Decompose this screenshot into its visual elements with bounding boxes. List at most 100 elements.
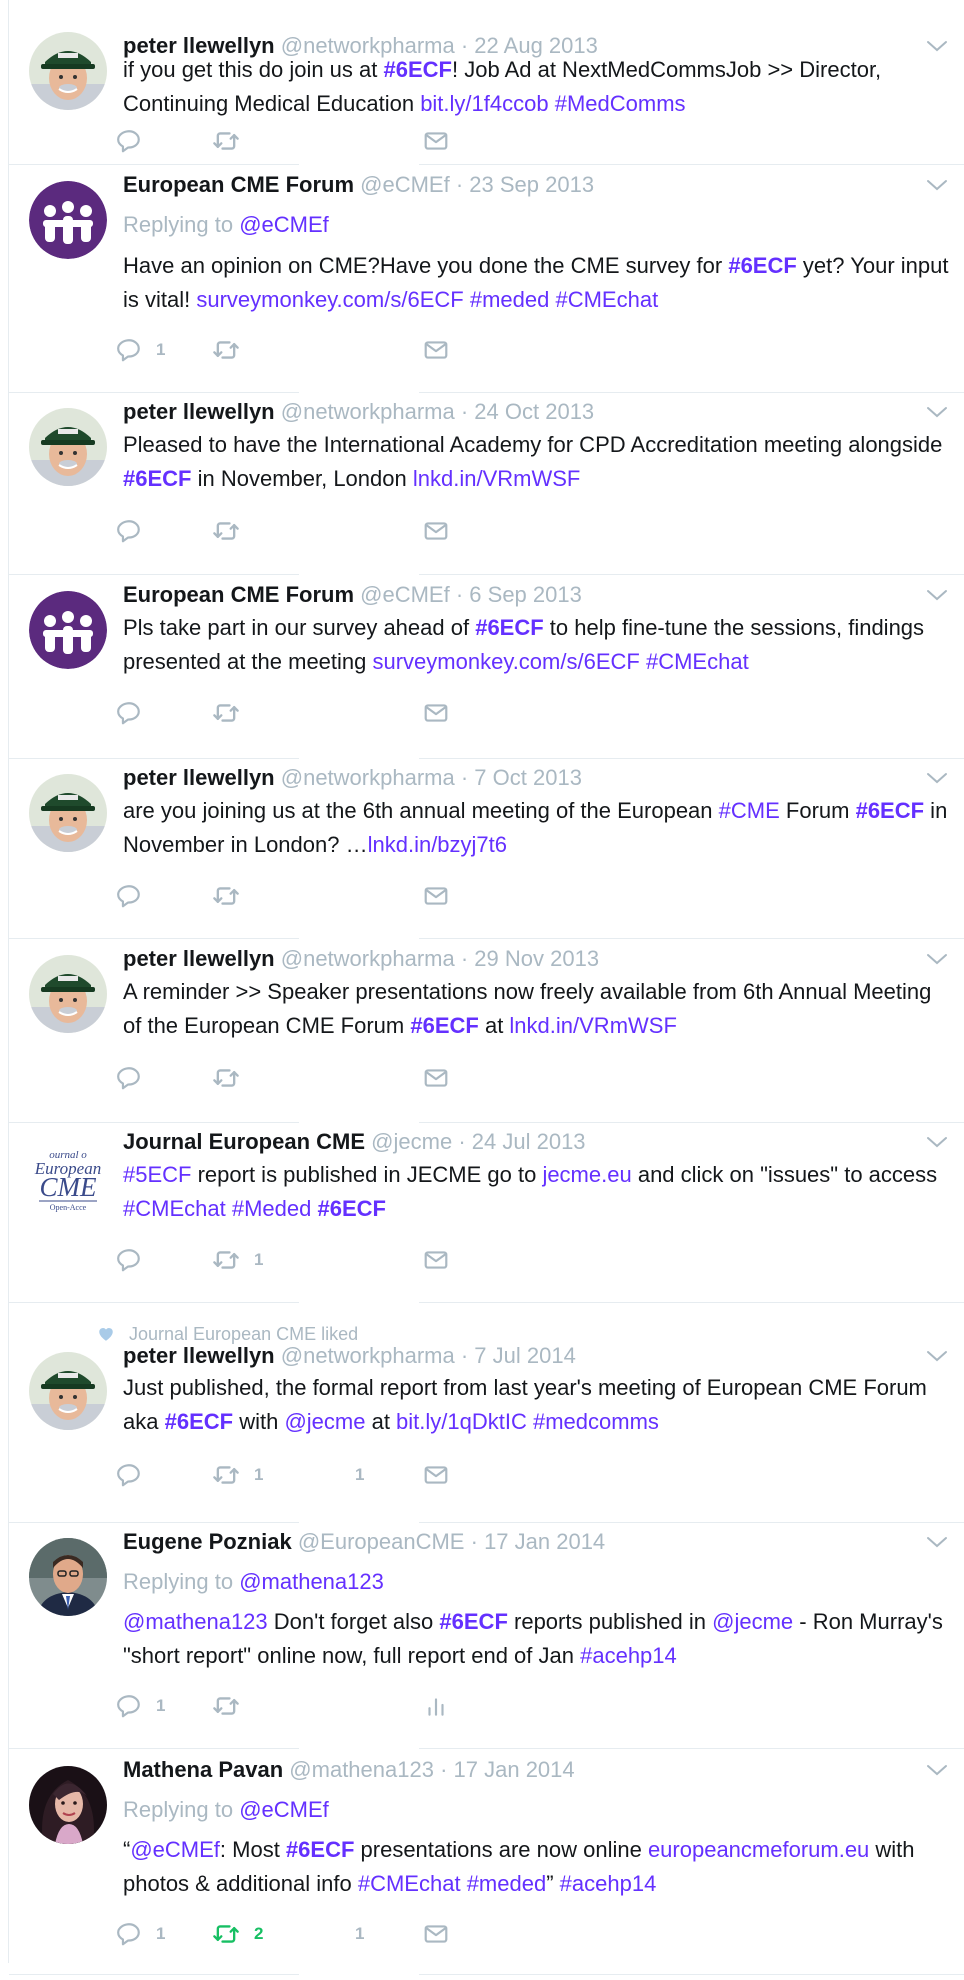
hashtag-link[interactable]: #6ECF [384, 57, 452, 82]
reply-button[interactable]: 1 [116, 1919, 165, 1949]
avatar[interactable] [29, 1352, 107, 1430]
username[interactable]: @EuropeanCME [298, 1529, 465, 1554]
tweet[interactable]: Eugene Pozniak @EuropeanCME · 17 Jan 201… [9, 1522, 964, 1754]
reply-button[interactable] [116, 1245, 142, 1275]
direct-message-button[interactable] [423, 1063, 449, 1093]
more-options-button[interactable] [925, 951, 949, 967]
retweet-button[interactable] [212, 1063, 240, 1093]
timestamp[interactable]: 7 Jul 2014 [474, 1343, 576, 1368]
avatar[interactable] [29, 774, 107, 852]
direct-message-button[interactable] [423, 1919, 449, 1949]
mention-link[interactable]: @jecme [284, 1409, 365, 1434]
mention-link[interactable]: @mathena123 [123, 1609, 268, 1634]
hashtag-link[interactable]: #6ECF [123, 466, 191, 491]
timestamp[interactable]: 17 Jan 2014 [484, 1529, 605, 1554]
hashtag-link[interactable]: #medcomms [533, 1409, 659, 1434]
more-options-button[interactable] [925, 404, 949, 420]
hashtag-link[interactable]: #meded [467, 1871, 547, 1896]
timestamp[interactable]: 24 Oct 2013 [474, 399, 594, 424]
more-options-button[interactable] [925, 1348, 949, 1364]
mention-link[interactable]: @jecme [712, 1609, 793, 1634]
hashtag-link[interactable]: #6ECF [475, 615, 543, 640]
chevron-down-icon[interactable] [925, 587, 949, 603]
hashtag-link[interactable]: #meded [470, 287, 550, 312]
retweet-button[interactable]: 2 [212, 1919, 263, 1949]
username[interactable]: @networkpharma [281, 946, 455, 971]
timestamp[interactable]: 29 Nov 2013 [474, 946, 599, 971]
direct-message-button[interactable] [423, 881, 449, 911]
display-name[interactable]: peter llewellyn [123, 399, 275, 424]
reply-button[interactable]: 1 [116, 1691, 165, 1721]
display-name[interactable]: Eugene Pozniak [123, 1529, 292, 1554]
display-name[interactable]: European CME Forum [123, 582, 354, 607]
hashtag-link[interactable]: #6ECF [728, 253, 796, 278]
hashtag-link[interactable]: #6ECF [439, 1609, 507, 1634]
avatar[interactable] [29, 1538, 107, 1616]
direct-message-button[interactable] [423, 698, 449, 728]
tweet[interactable]: peter llewellyn @networkpharma · 24 Oct … [9, 392, 964, 580]
url-link[interactable]: lnkd.in/VRmWSF [509, 1013, 676, 1038]
more-options-button[interactable] [925, 177, 949, 193]
username[interactable]: @networkpharma [281, 399, 455, 424]
hashtag-link[interactable]: #CMEchat [646, 649, 749, 674]
reply-button[interactable] [116, 126, 142, 156]
reply-button[interactable] [116, 516, 142, 546]
chevron-down-icon[interactable] [925, 404, 949, 420]
display-name[interactable]: peter llewellyn [123, 946, 275, 971]
reply-button[interactable] [116, 881, 142, 911]
chevron-down-icon[interactable] [925, 1762, 949, 1778]
hashtag-link[interactable]: #acehp14 [580, 1643, 677, 1668]
hashtag-link[interactable]: #CMEchat [358, 1871, 461, 1896]
avatar[interactable] [29, 1766, 107, 1844]
tweet[interactable]: Mathena Pavan @mathena123 · 17 Jan 2014 R… [9, 1748, 964, 1980]
url-link[interactable]: bit.ly/1f4ccob [420, 91, 548, 116]
retweet-button[interactable]: 1 [212, 1245, 263, 1275]
retweet-button[interactable]: 1 [212, 1460, 263, 1490]
retweet-button[interactable] [212, 516, 240, 546]
reply-button[interactable] [116, 698, 142, 728]
hashtag-link[interactable]: #CME [719, 798, 780, 823]
url-link[interactable]: surveymonkey.com/s/6ECF [373, 649, 640, 674]
timestamp[interactable]: 6 Sep 2013 [469, 582, 582, 607]
retweet-button[interactable] [212, 698, 240, 728]
chevron-down-icon[interactable] [925, 38, 949, 54]
retweet-button[interactable] [212, 126, 240, 156]
hashtag-link[interactable]: #6ECF [856, 798, 924, 823]
direct-message-button[interactable] [423, 1245, 449, 1275]
tweet[interactable]: peter llewellyn @networkpharma · 29 Nov … [9, 938, 964, 1128]
chevron-down-icon[interactable] [925, 951, 949, 967]
display-name[interactable]: Journal European CME [123, 1129, 365, 1154]
display-name[interactable]: peter llewellyn [123, 1343, 275, 1368]
username[interactable]: @mathena123 [289, 1757, 434, 1782]
more-options-button[interactable] [925, 1762, 949, 1778]
direct-message-button[interactable] [423, 516, 449, 546]
display-name[interactable]: peter llewellyn [123, 765, 275, 790]
avatar[interactable] [29, 408, 107, 486]
like-button[interactable]: 1 [355, 1460, 364, 1490]
chevron-down-icon[interactable] [925, 1134, 949, 1150]
reply-button[interactable] [116, 1460, 142, 1490]
display-name[interactable]: European CME Forum [123, 172, 354, 197]
url-link[interactable]: surveymonkey.com/s/6ECF [196, 287, 463, 312]
retweet-button[interactable] [212, 335, 240, 365]
avatar[interactable] [29, 181, 107, 259]
avatar[interactable] [29, 591, 107, 669]
tweet[interactable]: ournal o European CME Open-Acce Journal … [9, 1122, 964, 1308]
reply-button[interactable]: 1 [116, 335, 165, 365]
avatar[interactable]: ournal o European CME Open-Acce [29, 1138, 107, 1216]
chevron-down-icon[interactable] [925, 1348, 949, 1364]
hashtag-link[interactable]: #acehp14 [560, 1871, 657, 1896]
hashtag-link[interactable]: #6ECF [317, 1196, 385, 1221]
username[interactable]: @networkpharma [281, 765, 455, 790]
tweet[interactable]: Journal European CME liked peter llewell… [9, 1302, 964, 1528]
replying-to-mention[interactable]: @eCMEf [239, 1797, 329, 1822]
direct-message-button[interactable] [423, 126, 449, 156]
username[interactable]: @eCMEf [360, 582, 450, 607]
more-options-button[interactable] [925, 1534, 949, 1550]
chevron-down-icon[interactable] [925, 1534, 949, 1550]
chevron-down-icon[interactable] [925, 770, 949, 786]
tweet[interactable]: peter llewellyn @networkpharma · 22 Aug … [9, 0, 964, 170]
tweet[interactable]: peter llewellyn @networkpharma · 7 Oct 2… [9, 758, 964, 944]
tweet[interactable]: European CME Forum @eCMEf · 23 Sep 2013 R… [9, 164, 964, 398]
hashtag-link[interactable]: #CMEchat [123, 1196, 226, 1221]
